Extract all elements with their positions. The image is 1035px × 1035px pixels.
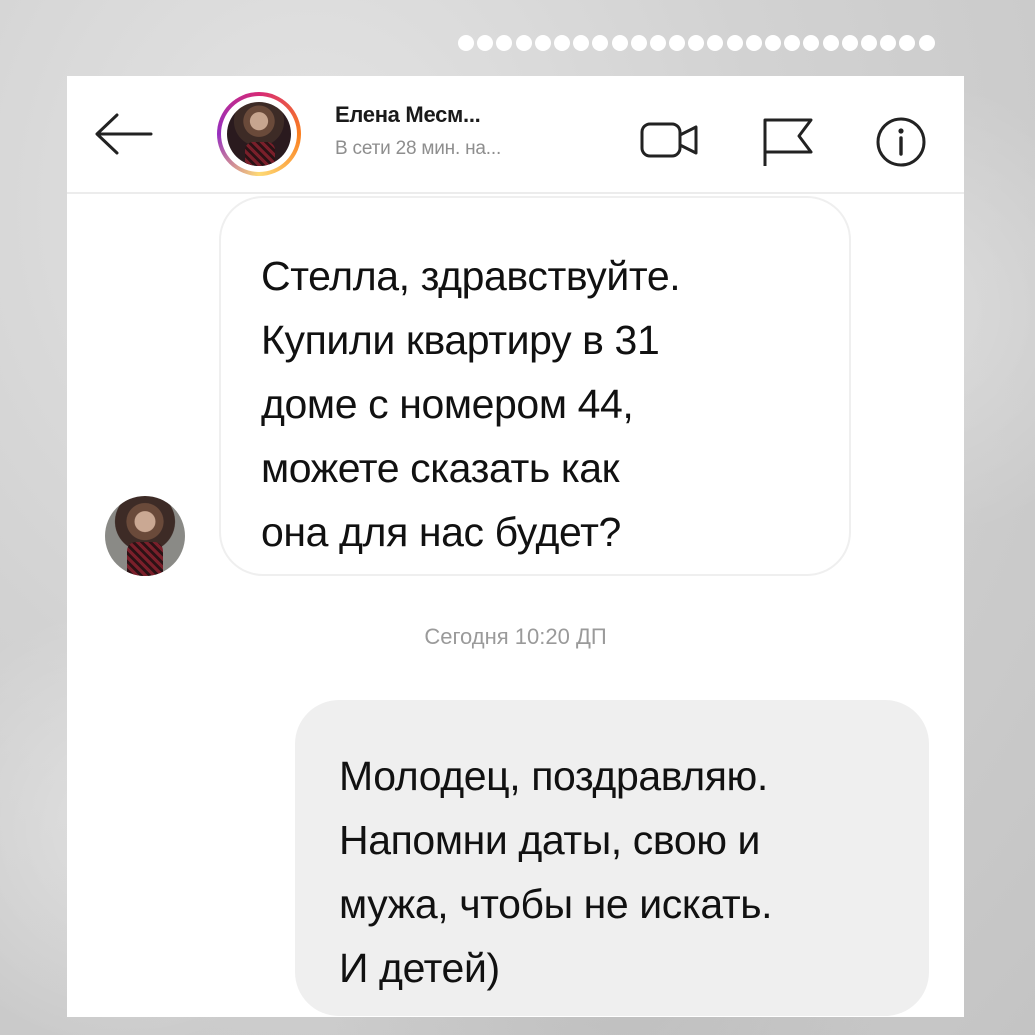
sender-avatar[interactable] [105, 496, 185, 576]
flag-icon[interactable] [761, 116, 817, 173]
contact-avatar[interactable] [217, 92, 301, 176]
video-call-icon[interactable] [639, 116, 703, 169]
decorative-dot-row [458, 32, 978, 54]
chat-header: Елена Месм... В сети 28 мин. на... [67, 76, 964, 194]
message-timestamp: Сегодня 10:20 ДП [424, 624, 607, 649]
incoming-message-bubble[interactable]: Стелла, здравствуйте. Купили квартиру в … [219, 196, 851, 576]
info-icon[interactable] [875, 116, 927, 173]
online-status: В сети 28 мин. на... [335, 138, 502, 159]
back-arrow-icon[interactable] [93, 112, 155, 156]
outgoing-message-bubble[interactable]: Молодец, поздравляю. Напомни даты, свою … [295, 700, 929, 1016]
contact-photo [227, 102, 291, 166]
chat-screenshot-card: Елена Месм... В сети 28 мин. на... Стелл… [67, 76, 964, 1017]
incoming-message-text: Стелла, здравствуйте. Купили квартиру в … [261, 253, 681, 555]
contact-name[interactable]: Елена Месм... [335, 102, 481, 128]
outgoing-message-text: Молодец, поздравляю. Напомни даты, свою … [339, 753, 773, 991]
